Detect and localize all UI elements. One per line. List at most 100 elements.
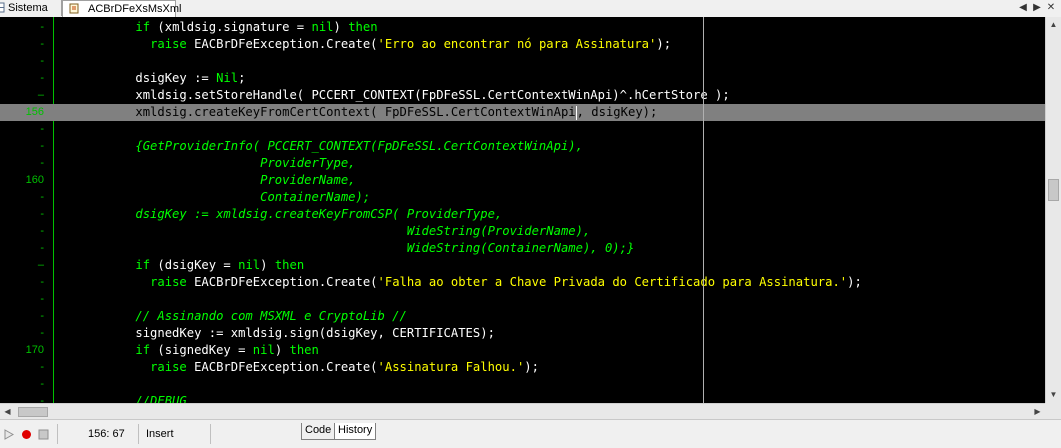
code-token: (signedKey = (150, 343, 253, 357)
code-text: ProviderType, (62, 155, 356, 172)
code-line[interactable]: - dsigKey := xmldsig.createKeyFromCSP( P… (0, 206, 1045, 223)
line-number: - (40, 72, 44, 84)
tab-history[interactable]: History (334, 423, 377, 440)
play-icon[interactable] (4, 429, 14, 440)
code-token: {GetProviderInfo( PCCERT_CONTEXT(FpDFeSS… (62, 139, 583, 153)
horizontal-scrollbar[interactable]: ◀ ▶ (0, 403, 1045, 419)
line-number: - (40, 123, 44, 135)
scrollbar-corner (1045, 403, 1061, 419)
code-text: xmldsig.setStoreHandle( PCCERT_CONTEXT(F… (62, 87, 729, 104)
insert-mode: Insert (146, 428, 174, 440)
code-line[interactable]: - (0, 121, 1045, 138)
code-token: ContainerName); (62, 190, 371, 204)
code-token: ProviderType, (62, 156, 356, 170)
code-line[interactable]: 160 ProviderName, (0, 172, 1045, 189)
line-number: - (40, 327, 44, 339)
tab-sistema-label: Sistema (8, 2, 48, 14)
code-text: signedKey := xmldsig.sign(dsigKey, CERTI… (62, 325, 495, 342)
line-number: 170 (25, 344, 44, 356)
code-line[interactable]: - ContainerName); (0, 189, 1045, 206)
scroll-left-icon[interactable]: ◀ (0, 404, 15, 420)
code-line[interactable]: - {GetProviderInfo( PCCERT_CONTEXT(FpDFe… (0, 138, 1045, 155)
code-token: raise (150, 275, 187, 289)
code-token: ) (333, 20, 349, 34)
line-number: - (40, 310, 44, 322)
line-number: - (40, 378, 44, 390)
line-number: - (40, 361, 44, 373)
code-line[interactable]: – if (dsigKey = nil) then (0, 257, 1045, 274)
code-token: ; (238, 71, 246, 85)
line-number: - (40, 242, 44, 254)
code-token: EACBrDFeException.Create( (186, 37, 378, 51)
code-line[interactable]: - (0, 53, 1045, 70)
code-token: EACBrDFeException.Create( (186, 360, 378, 374)
code-text: if (signedKey = nil) then (62, 342, 319, 359)
cursor-position: 156: 67 (88, 428, 125, 440)
code-text: raise EACBrDFeException.Create('Falha ao… (62, 274, 862, 291)
code-token: nil (252, 343, 275, 357)
code-text: // Assinando com MSXML e CryptoLib // (62, 308, 407, 325)
code-token: then (348, 20, 378, 34)
vertical-scroll-thumb[interactable] (1048, 179, 1059, 201)
code-line[interactable]: 170 if (signedKey = nil) then (0, 342, 1045, 359)
line-number: - (40, 225, 44, 237)
code-token: 'Assinatura Falhou.' (377, 360, 525, 374)
tab-acbrdfexsmsxml[interactable]: ACBrDFeXsMsXml (62, 0, 182, 17)
scroll-up-icon[interactable]: ▲ (1046, 17, 1061, 33)
scroll-right-icon[interactable]: ▶ (1030, 404, 1045, 420)
code-token: dsigKey := (62, 71, 217, 85)
code-line[interactable]: - ProviderType, (0, 155, 1045, 172)
vertical-scrollbar[interactable]: ▲ ▼ (1045, 17, 1061, 403)
tab-code[interactable]: Code (301, 423, 336, 440)
code-line[interactable]: - WideString(ContainerName), 0);} (0, 240, 1045, 257)
code-token: nil (311, 20, 334, 34)
record-icon[interactable] (21, 429, 32, 440)
code-line[interactable]: - raise EACBrDFeException.Create('Erro a… (0, 36, 1045, 53)
grid-icon (0, 2, 5, 13)
code-token: (dsigKey = (150, 258, 239, 272)
stop-icon[interactable] (38, 429, 49, 440)
code-line[interactable]: - dsigKey := Nil; (0, 70, 1045, 87)
line-number: - (40, 276, 44, 288)
forward-arrow-icon[interactable]: ▶ (1031, 3, 1043, 13)
code-token: ) (274, 343, 290, 357)
code-token: nil (238, 258, 261, 272)
code-line[interactable]: - (0, 376, 1045, 393)
code-text: raise EACBrDFeException.Create('Erro ao … (62, 36, 671, 53)
code-token: then (289, 343, 319, 357)
horizontal-scroll-thumb[interactable] (18, 407, 48, 417)
code-token: 'Falha ao obter a Chave Privada do Certi… (377, 275, 848, 289)
code-token: then (274, 258, 305, 272)
scroll-down-icon[interactable]: ▼ (1046, 387, 1061, 403)
tab-sistema[interactable]: Sistema (0, 0, 62, 16)
code-line[interactable]: - raise EACBrDFeException.Create('Falha … (0, 274, 1045, 291)
code-text: {GetProviderInfo( PCCERT_CONTEXT(FpDFeSS… (62, 138, 583, 155)
code-token: dsigKey := xmldsig.createKeyFromCSP( Pro… (62, 207, 503, 221)
code-editor[interactable]: - if (xmldsig.signature = nil) then - rai… (0, 17, 1045, 403)
code-line[interactable]: - // Assinando com MSXML e CryptoLib // (0, 308, 1045, 325)
code-token: 'Erro ao encontrar nó para Assinatura' (377, 37, 657, 51)
line-number: - (40, 55, 44, 67)
code-line[interactable]: - if (xmldsig.signature = nil) then (0, 19, 1045, 36)
code-line[interactable]: – xmldsig.setStoreHandle( PCCERT_CONTEXT… (0, 87, 1045, 104)
code-token: , dsigKey); (576, 105, 658, 119)
code-token: if (62, 343, 151, 357)
line-number: - (40, 140, 44, 152)
code-text: dsigKey := xmldsig.createKeyFromCSP( Pro… (62, 206, 502, 223)
code-token: if (62, 258, 151, 272)
current-code-line[interactable]: 156 xmldsig.createKeyFromCertContext( Fp… (0, 104, 1045, 121)
close-icon[interactable]: ✕ (1045, 3, 1057, 13)
code-text: if (xmldsig.signature = nil) then (62, 19, 378, 36)
code-token: WideString(ProviderName), (62, 224, 591, 238)
line-number: 156 (25, 106, 44, 118)
code-text: raise EACBrDFeException.Create('Assinatu… (62, 359, 539, 376)
unit-file-icon (69, 3, 79, 14)
back-arrow-icon[interactable]: ◀ (1017, 3, 1029, 13)
code-token: raise (150, 37, 187, 51)
code-line[interactable]: - //DEBUG (0, 393, 1045, 403)
code-line[interactable]: - signedKey := xmldsig.sign(dsigKey, CER… (0, 325, 1045, 342)
code-line[interactable]: - WideString(ProviderName), (0, 223, 1045, 240)
code-line[interactable]: - (0, 291, 1045, 308)
code-line[interactable]: - raise EACBrDFeException.Create('Assina… (0, 359, 1045, 376)
